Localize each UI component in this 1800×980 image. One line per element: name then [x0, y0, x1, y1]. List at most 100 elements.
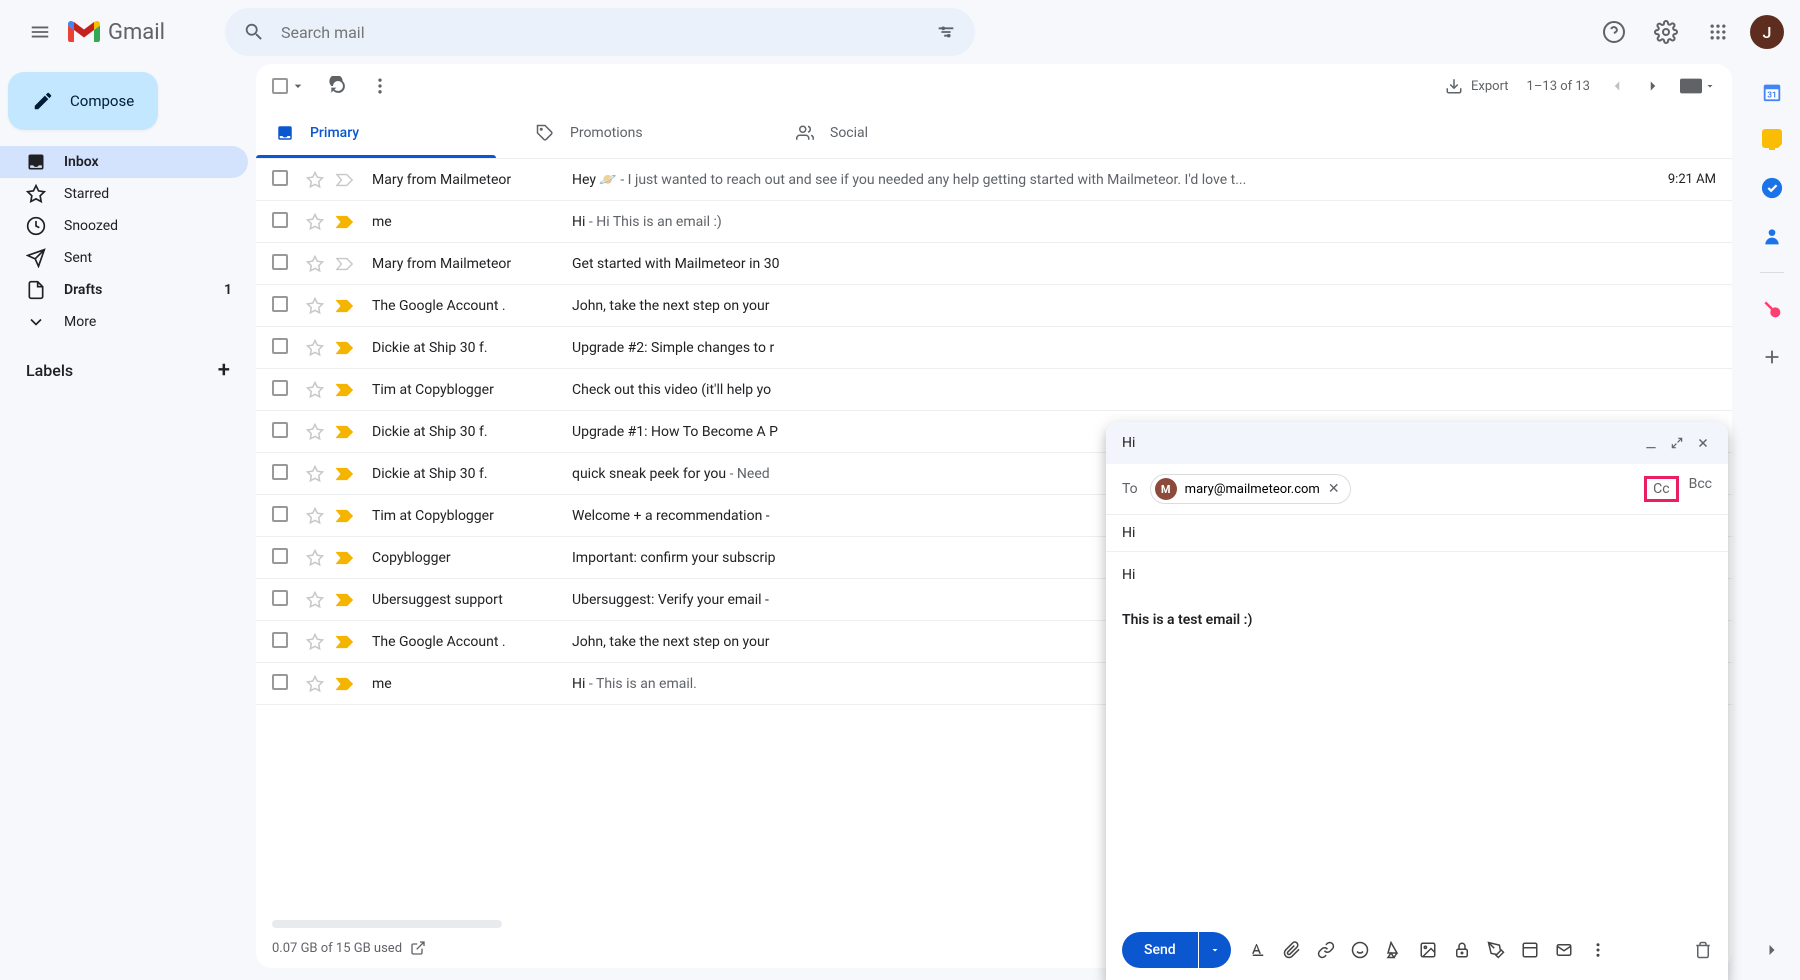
sidebar-item-more[interactable]: More — [0, 306, 248, 338]
recipients-row[interactable]: To M mary@mailmeteor.com ✕ Cc Bcc — [1106, 464, 1728, 515]
search-input[interactable] — [281, 23, 935, 42]
star-button[interactable] — [306, 423, 326, 441]
important-marker[interactable] — [336, 215, 356, 229]
row-checkbox[interactable] — [272, 422, 292, 442]
hide-side-panel-button[interactable] — [1762, 940, 1782, 960]
send-options-button[interactable] — [1199, 932, 1231, 968]
select-all-checkbox[interactable] — [272, 78, 306, 94]
fullscreen-button[interactable] — [1668, 434, 1686, 452]
row-checkbox[interactable] — [272, 254, 292, 274]
remove-recipient-button[interactable]: ✕ — [1328, 481, 1340, 497]
emoji-button[interactable] — [1351, 941, 1369, 959]
important-marker[interactable] — [336, 635, 356, 649]
important-marker[interactable] — [336, 551, 356, 565]
open-external-icon[interactable] — [410, 940, 426, 956]
tab-primary[interactable]: Primary — [256, 108, 516, 158]
important-marker[interactable] — [336, 173, 356, 187]
support-button[interactable] — [1594, 12, 1634, 52]
row-checkbox[interactable] — [272, 212, 292, 232]
row-checkbox[interactable] — [272, 674, 292, 694]
search-bar[interactable] — [225, 8, 975, 56]
sidebar-item-drafts[interactable]: Drafts 1 — [0, 274, 248, 306]
tab-social[interactable]: Social — [776, 108, 1036, 158]
account-avatar[interactable]: J — [1750, 15, 1784, 49]
star-button[interactable] — [306, 633, 326, 651]
link-button[interactable] — [1317, 941, 1335, 959]
email-row[interactable]: The Google Account . John, take the next… — [256, 285, 1732, 327]
row-checkbox[interactable] — [272, 170, 292, 190]
mailmeteor-compose-button[interactable] — [1555, 941, 1573, 959]
star-button[interactable] — [306, 549, 326, 567]
search-options-icon[interactable] — [935, 21, 957, 43]
star-button[interactable] — [306, 465, 326, 483]
refresh-icon[interactable] — [328, 76, 348, 96]
important-marker[interactable] — [336, 509, 356, 523]
horizontal-scrollbar[interactable] — [272, 920, 502, 928]
more-options-icon[interactable] — [370, 76, 390, 96]
row-checkbox[interactable] — [272, 464, 292, 484]
mailmeteor-addon[interactable] — [1760, 297, 1784, 321]
cc-button[interactable]: Cc — [1644, 476, 1678, 502]
row-checkbox[interactable] — [272, 380, 292, 400]
settings-button[interactable] — [1646, 12, 1686, 52]
sidebar-item-snoozed[interactable]: Snoozed — [0, 210, 248, 242]
email-row[interactable]: Mary from Mailmeteor Hey 🪐 - I just want… — [256, 159, 1732, 201]
star-button[interactable] — [306, 171, 326, 189]
important-marker[interactable] — [336, 383, 356, 397]
important-marker[interactable] — [336, 467, 356, 481]
contacts-addon[interactable] — [1760, 224, 1784, 248]
email-row[interactable]: Tim at Copyblogger Check out this video … — [256, 369, 1732, 411]
attach-button[interactable] — [1283, 941, 1301, 959]
email-row[interactable]: Dickie at Ship 30 f. Upgrade #2: Simple … — [256, 327, 1732, 369]
important-marker[interactable] — [336, 341, 356, 355]
keep-addon[interactable] — [1760, 128, 1784, 152]
sidebar-item-sent[interactable]: Sent — [0, 242, 248, 274]
tab-promotions[interactable]: Promotions — [516, 108, 776, 158]
star-button[interactable] — [306, 675, 326, 693]
star-button[interactable] — [306, 255, 326, 273]
star-button[interactable] — [306, 507, 326, 525]
important-marker[interactable] — [336, 425, 356, 439]
calendar-addon[interactable]: 31 — [1760, 80, 1784, 104]
image-button[interactable] — [1419, 941, 1437, 959]
close-button[interactable] — [1694, 434, 1712, 452]
star-button[interactable] — [306, 297, 326, 315]
tasks-addon[interactable] — [1760, 176, 1784, 200]
row-checkbox[interactable] — [272, 296, 292, 316]
confidential-button[interactable] — [1453, 941, 1471, 959]
star-button[interactable] — [306, 591, 326, 609]
important-marker[interactable] — [336, 677, 356, 691]
sidebar-item-inbox[interactable]: Inbox — [0, 146, 248, 178]
sidebar-item-starred[interactable]: Starred — [0, 178, 248, 210]
bcc-button[interactable]: Bcc — [1689, 476, 1712, 502]
more-compose-button[interactable] — [1589, 941, 1607, 959]
signature-button[interactable] — [1487, 941, 1505, 959]
next-page-icon[interactable] — [1644, 77, 1662, 95]
row-checkbox[interactable] — [272, 338, 292, 358]
prev-page-icon[interactable] — [1608, 77, 1626, 95]
subject-input[interactable]: Hi — [1106, 515, 1728, 552]
email-row[interactable]: Mary from Mailmeteor Get started with Ma… — [256, 243, 1732, 285]
compose-button[interactable]: Compose — [8, 72, 158, 130]
logo[interactable]: Gmail — [68, 20, 165, 45]
row-checkbox[interactable] — [272, 590, 292, 610]
row-checkbox[interactable] — [272, 632, 292, 652]
row-checkbox[interactable] — [272, 506, 292, 526]
export-button[interactable]: Export — [1445, 77, 1509, 95]
row-checkbox[interactable] — [272, 548, 292, 568]
input-tools-button[interactable] — [1680, 78, 1716, 94]
apps-button[interactable] — [1698, 12, 1738, 52]
discard-draft-button[interactable] — [1694, 941, 1712, 959]
get-addons-button[interactable] — [1760, 345, 1784, 369]
add-label-button[interactable]: + — [218, 358, 230, 383]
send-button[interactable]: Send — [1122, 932, 1198, 968]
compose-header[interactable]: Hi — [1106, 422, 1728, 464]
recipient-chip[interactable]: M mary@mailmeteor.com ✕ — [1150, 474, 1351, 504]
star-button[interactable] — [306, 381, 326, 399]
important-marker[interactable] — [336, 593, 356, 607]
minimize-button[interactable] — [1642, 434, 1660, 452]
compose-body[interactable]: Hi This is a test email :) — [1106, 552, 1728, 920]
email-row[interactable]: me Hi - Hi This is an email :) — [256, 201, 1732, 243]
important-marker[interactable] — [336, 257, 356, 271]
drive-button[interactable] — [1385, 941, 1403, 959]
